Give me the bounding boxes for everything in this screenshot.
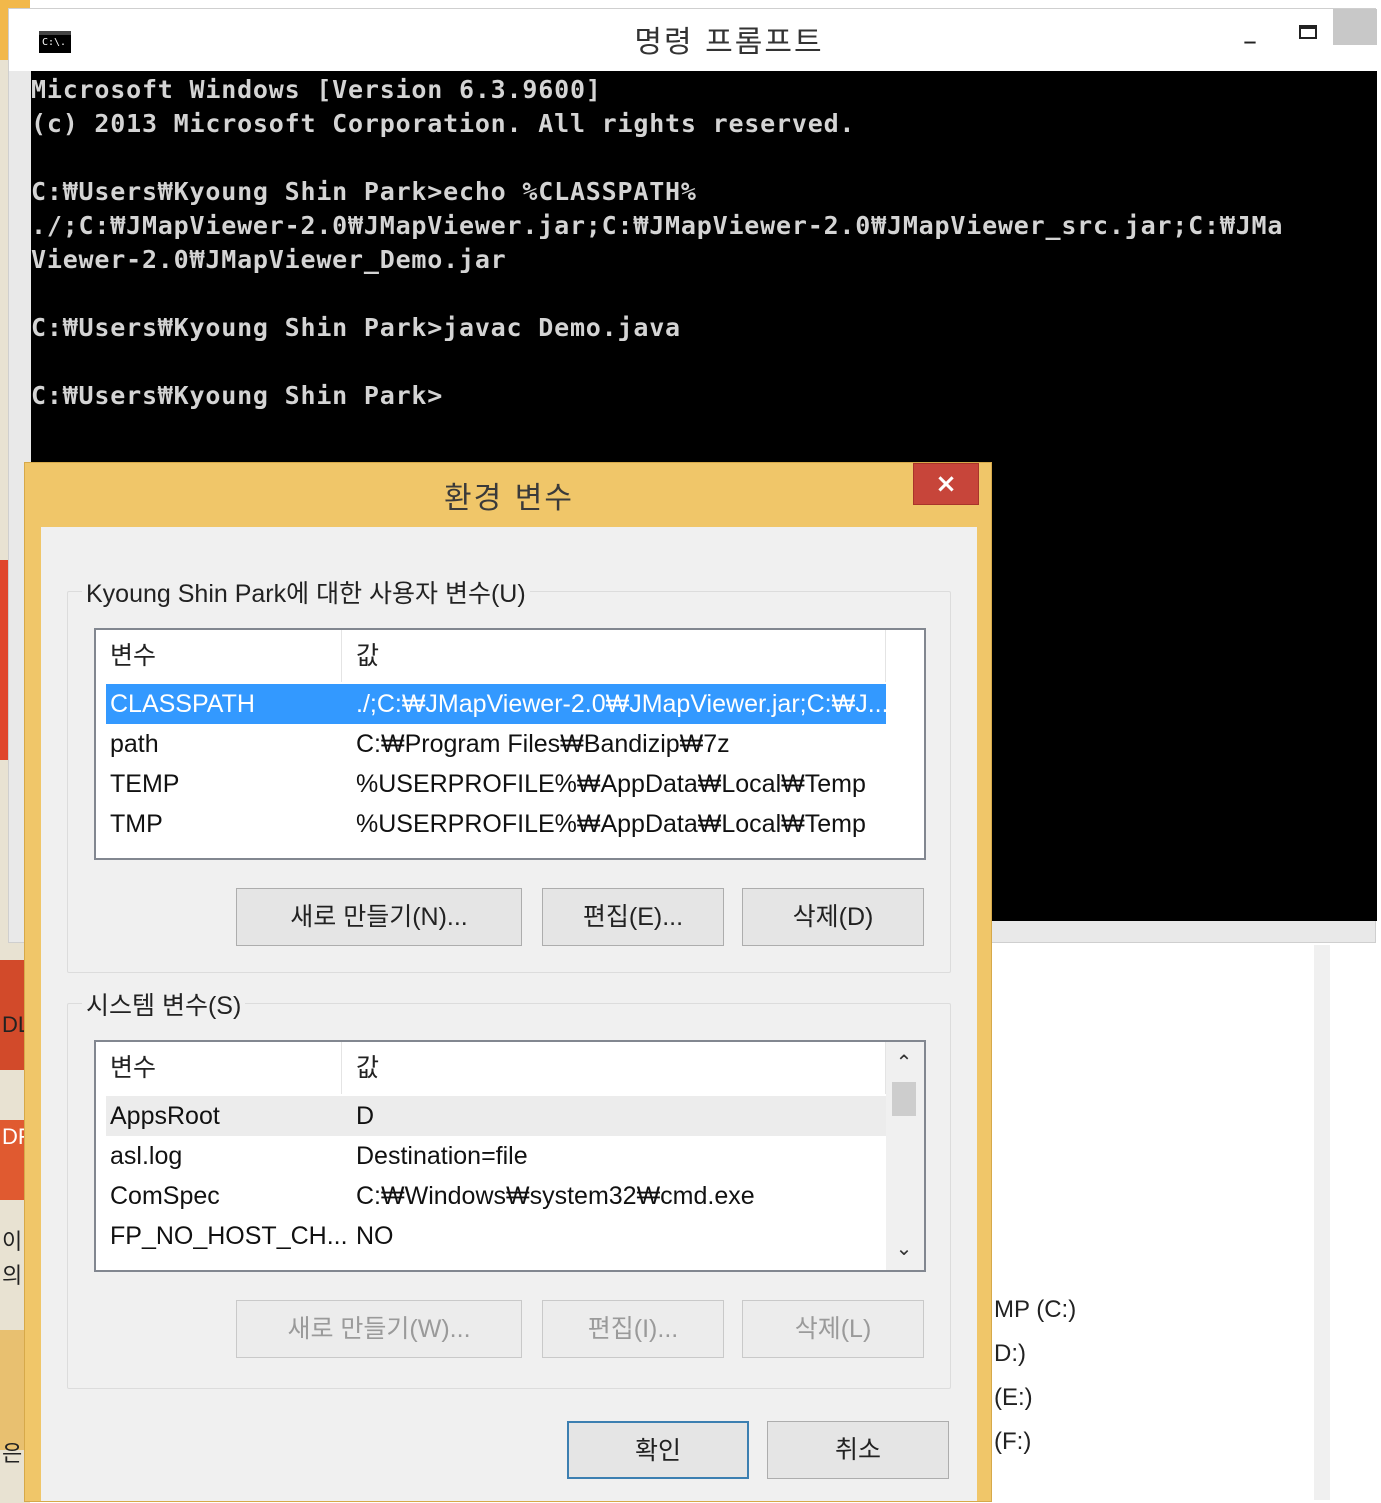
- table-row[interactable]: TMP %USERPROFILE%₩AppData₩Local₩Temp: [106, 804, 886, 844]
- system-edit-button[interactable]: 편집(I)...: [542, 1300, 724, 1358]
- console-line: C:₩Users₩Kyoung Shin Park>: [31, 381, 444, 410]
- cmd-window-title: 명령 프롬프트: [634, 25, 824, 60]
- table-row[interactable]: asl.log Destination=file: [106, 1136, 886, 1176]
- console-line: (c) 2013 Microsoft Corporation. All righ…: [31, 109, 856, 138]
- maximize-button[interactable]: [1295, 19, 1321, 47]
- row-variable-value: NO: [356, 1222, 394, 1250]
- dialog-close-button[interactable]: ×: [913, 463, 979, 505]
- row-variable-value: C:₩Program Files₩Bandizip₩7z: [356, 730, 730, 758]
- scroll-up-icon[interactable]: ⌃: [886, 1046, 922, 1078]
- table-row[interactable]: TEMP %USERPROFILE%₩AppData₩Local₩Temp: [106, 764, 886, 804]
- console-line: C:₩Users₩Kyoung Shin Park>echo %CLASSPAT…: [31, 177, 697, 206]
- system-delete-button[interactable]: 삭제(L): [742, 1300, 924, 1358]
- table-row[interactable]: AppsRoot D: [106, 1096, 886, 1136]
- minimize-button[interactable]: –: [1235, 23, 1265, 59]
- system-variables-group: 시스템 변수(S) 변수 값 AppsRoot D asl.log Destin…: [67, 986, 951, 1389]
- user-new-button[interactable]: 새로 만들기(N)...: [236, 888, 522, 946]
- scroll-thumb[interactable]: [892, 1082, 916, 1116]
- row-variable-name: asl.log: [110, 1142, 183, 1170]
- ok-button[interactable]: 확인: [567, 1421, 749, 1479]
- dialog-title: 환경 변수: [444, 481, 574, 516]
- row-variable-name: TMP: [110, 810, 163, 838]
- row-variable-name: ComSpec: [110, 1182, 220, 1210]
- close-button[interactable]: [1333, 9, 1377, 45]
- column-header-variable[interactable]: 변수: [96, 1042, 342, 1094]
- console-line: Viewer-2.0₩JMapViewer_Demo.jar: [31, 245, 507, 274]
- system-variables-label: 시스템 변수(S): [82, 986, 246, 1022]
- row-variable-name: FP_NO_HOST_CH...: [110, 1222, 346, 1250]
- user-delete-button[interactable]: 삭제(D): [742, 888, 924, 946]
- row-variable-name: TEMP: [110, 770, 180, 798]
- console-line: ./;C:₩JMapViewer-2.0₩JMapViewer.jar;C:₩J…: [31, 211, 1284, 240]
- row-variable-value: Destination=file: [356, 1142, 528, 1170]
- table-row[interactable]: ComSpec C:₩Windows₩system32₩cmd.exe: [106, 1176, 886, 1216]
- background-explorer-window: [980, 945, 1330, 1500]
- background-text: 이: [2, 1229, 23, 1254]
- vertical-scrollbar[interactable]: ⌃ ⌄: [886, 1042, 924, 1270]
- cancel-button[interactable]: 취소: [767, 1421, 949, 1479]
- row-variable-name: AppsRoot: [110, 1102, 220, 1130]
- cmd-titlebar[interactable]: C:\. 명령 프롬프트 –: [9, 9, 1377, 71]
- drive-item[interactable]: MP (C:): [994, 1296, 1076, 1324]
- drive-item[interactable]: (F:): [994, 1428, 1031, 1456]
- user-variables-group: Kyoung Shin Park에 대한 사용자 변수(U) 변수 값 CLAS…: [67, 574, 951, 973]
- column-header-variable[interactable]: 변수: [96, 630, 342, 682]
- background-text: 의: [2, 1263, 23, 1288]
- user-edit-button[interactable]: 편집(E)...: [542, 888, 724, 946]
- environment-variables-dialog: 환경 변수 × Kyoung Shin Park에 대한 사용자 변수(U) 변…: [24, 462, 992, 1502]
- column-header-value[interactable]: 값: [342, 630, 886, 682]
- maximize-icon: [1299, 25, 1317, 39]
- table-row[interactable]: FP_NO_HOST_CH... NO: [106, 1216, 886, 1256]
- dialog-body: Kyoung Shin Park에 대한 사용자 변수(U) 변수 값 CLAS…: [41, 527, 977, 1501]
- row-variable-name: path: [110, 730, 159, 758]
- console-line: C:₩Users₩Kyoung Shin Park>javac Demo.jav…: [31, 313, 681, 342]
- console-line: Microsoft Windows [Version 6.3.9600]: [31, 75, 602, 104]
- row-variable-value: %USERPROFILE%₩AppData₩Local₩Temp: [356, 770, 866, 798]
- system-variables-list[interactable]: 변수 값 AppsRoot D asl.log Destination=file…: [94, 1040, 926, 1272]
- list-header: 변수 값: [96, 1042, 886, 1094]
- row-variable-name: CLASSPATH: [110, 690, 255, 718]
- dialog-titlebar[interactable]: 환경 변수 ×: [25, 463, 993, 525]
- list-header: 변수 값: [96, 630, 886, 682]
- drive-item[interactable]: (E:): [994, 1384, 1033, 1412]
- row-variable-value: C:₩Windows₩system32₩cmd.exe: [356, 1182, 755, 1210]
- system-new-button[interactable]: 새로 만들기(W)...: [236, 1300, 522, 1358]
- background-text: 은: [2, 1441, 23, 1466]
- user-variables-label: Kyoung Shin Park에 대한 사용자 변수(U): [82, 574, 530, 610]
- column-header-value[interactable]: 값: [342, 1042, 886, 1094]
- scroll-down-icon[interactable]: ⌄: [886, 1232, 922, 1264]
- user-variables-list[interactable]: 변수 값 CLASSPATH ./;C:₩JMapViewer-2.0₩JMap…: [94, 628, 926, 860]
- row-variable-value: %USERPROFILE%₩AppData₩Local₩Temp: [356, 810, 866, 838]
- row-variable-value: D: [356, 1102, 375, 1130]
- table-row[interactable]: CLASSPATH ./;C:₩JMapViewer-2.0₩JMapViewe…: [106, 684, 886, 724]
- row-variable-value: ./;C:₩JMapViewer-2.0₩JMapViewer.jar;C:₩J…: [356, 690, 886, 718]
- drive-item[interactable]: D:): [994, 1340, 1026, 1368]
- table-row[interactable]: path C:₩Program Files₩Bandizip₩7z: [106, 724, 886, 764]
